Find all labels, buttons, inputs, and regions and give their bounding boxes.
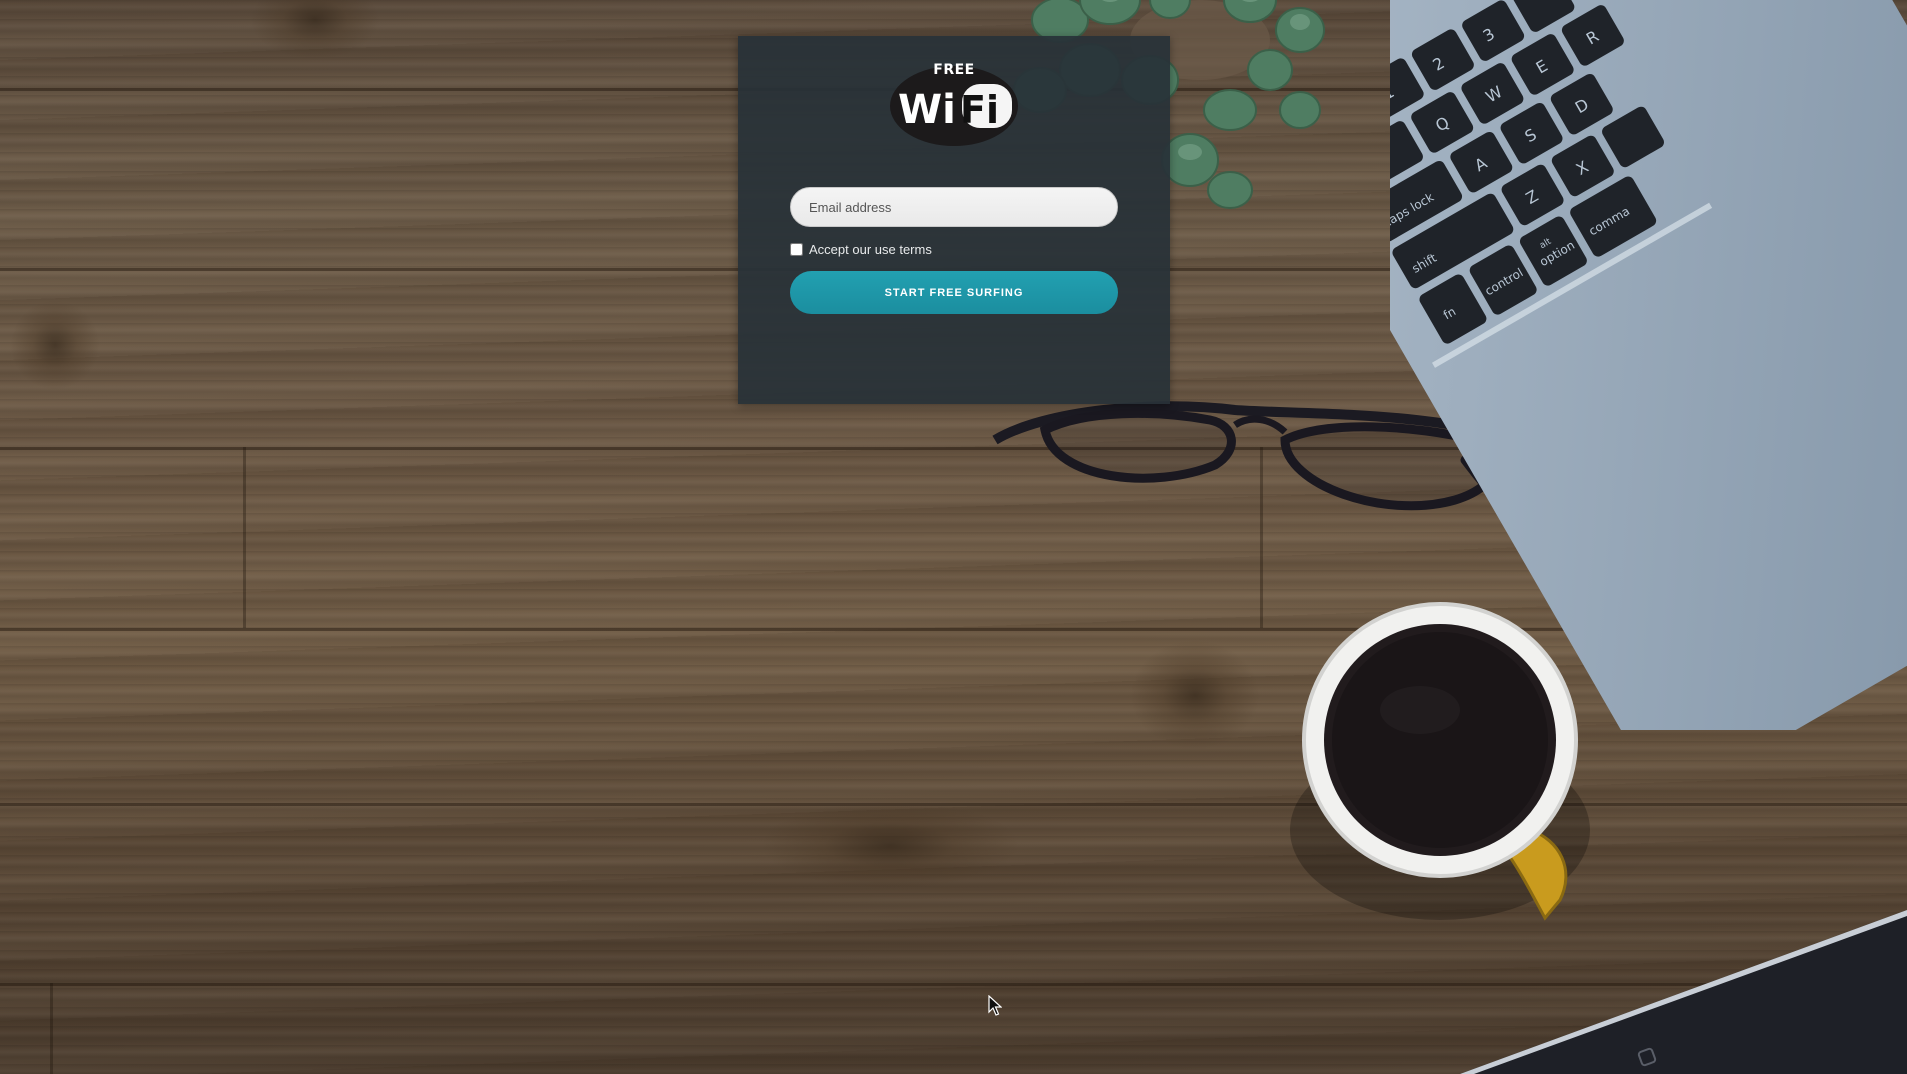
- wood-plank-joint: [50, 983, 53, 1074]
- accept-terms-label[interactable]: Accept our use terms: [809, 242, 932, 257]
- wood-knot: [760, 800, 1020, 890]
- free-wifi-logo: FREE Wi Fi: [888, 62, 1020, 148]
- logo-free-text: FREE: [933, 62, 975, 78]
- wood-knot: [10, 300, 100, 390]
- wood-plank-joint: [243, 447, 246, 628]
- wood-knot: [1130, 640, 1260, 750]
- accept-terms-checkbox[interactable]: [790, 242, 803, 256]
- mouse-pointer-icon: [988, 995, 1002, 1016]
- logo-fi-text: Fi: [960, 88, 999, 132]
- wood-knot: [250, 0, 380, 60]
- desk-background: ~ 1 2 3 tab Q W E R caps lock A S D shif…: [0, 0, 1907, 1074]
- terms-row: Accept our use terms: [790, 240, 932, 258]
- email-field[interactable]: [790, 187, 1118, 227]
- start-free-surfing-button[interactable]: START FREE SURFING: [790, 271, 1118, 314]
- logo-wi-text: Wi: [898, 87, 956, 133]
- wifi-login-card: FREE Wi Fi Accept our use terms START FR…: [738, 36, 1170, 404]
- tablet-device-image: [1460, 910, 1907, 1074]
